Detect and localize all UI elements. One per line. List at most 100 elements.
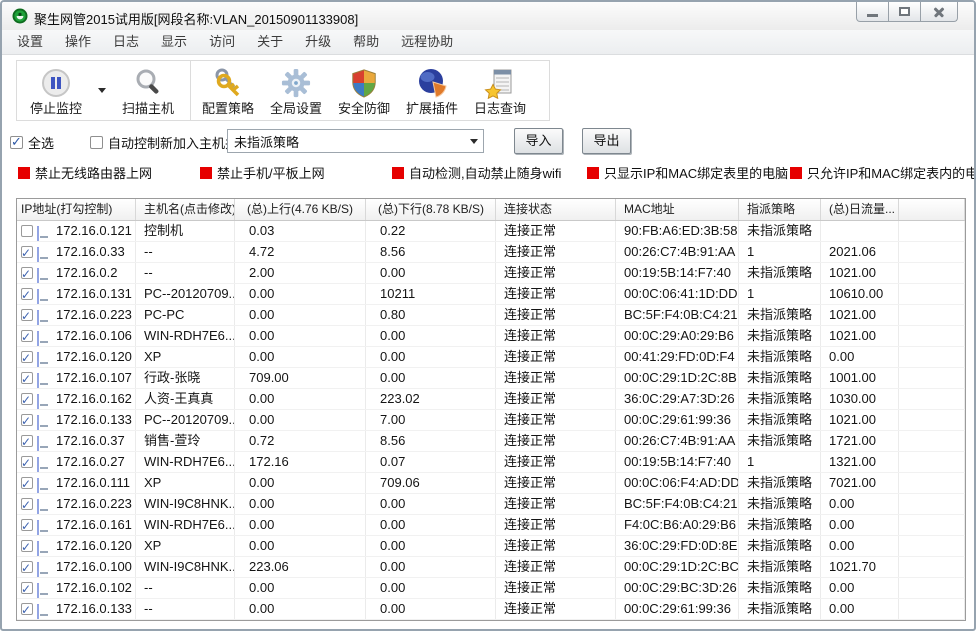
- host-cell[interactable]: WIN-RDH7E6...: [136, 326, 235, 346]
- menu-item-0[interactable]: 设置: [6, 30, 54, 54]
- menu-item-6[interactable]: 升级: [294, 30, 342, 54]
- host-cell[interactable]: PC--20120709...: [136, 410, 235, 430]
- close-button[interactable]: [920, 2, 958, 22]
- column-header-8[interactable]: [899, 199, 965, 220]
- column-header-0[interactable]: IP地址(打勾控制): [17, 199, 136, 220]
- legend-item-0[interactable]: 禁止无线路由器上网: [18, 163, 152, 182]
- row-checkbox[interactable]: [21, 288, 33, 300]
- legend-item-1[interactable]: 禁止手机/平板上网: [200, 163, 325, 182]
- row-checkbox[interactable]: [21, 246, 33, 258]
- table-row[interactable]: 172.16.0.162人资-王真真0.00223.02连接正常36:0C:29…: [17, 389, 965, 410]
- column-header-1[interactable]: 主机名(点击修改): [136, 199, 235, 220]
- toolbar-button-stop-monitor[interactable]: 停止监控: [17, 61, 95, 120]
- table-row[interactable]: 172.16.0.111XP0.00709.06连接正常00:0C:06:F4:…: [17, 473, 965, 494]
- host-cell[interactable]: --: [136, 242, 235, 262]
- host-cell[interactable]: WIN-I9C8HNK...: [136, 557, 235, 577]
- row-checkbox[interactable]: [21, 561, 33, 573]
- toolbar-button-scan-hosts[interactable]: 扫描主机: [109, 61, 187, 120]
- ip-label: 172.16.0.27: [56, 452, 125, 472]
- monitor-dropdown-caret[interactable]: [95, 61, 109, 120]
- minimize-button[interactable]: [856, 2, 889, 22]
- export-button[interactable]: 导出: [582, 128, 631, 154]
- table-row[interactable]: 172.16.0.121控制机0.030.22连接正常90:FB:A6:ED:3…: [17, 221, 965, 242]
- column-header-2[interactable]: (总)上行(4.76 KB/S): [235, 199, 366, 220]
- table-row[interactable]: 172.16.0.223PC-PC0.000.80连接正常BC:5F:F4:0B…: [17, 305, 965, 326]
- row-checkbox[interactable]: [21, 309, 33, 321]
- host-cell[interactable]: PC-PC: [136, 305, 235, 325]
- legend-item-4[interactable]: 只允许IP和MAC绑定表内的电脑上网: [790, 163, 976, 182]
- table-row[interactable]: 172.16.0.106WIN-RDH7E6...0.000.00连接正常00:…: [17, 326, 965, 347]
- column-header-4[interactable]: 连接状态: [496, 199, 616, 220]
- host-cell[interactable]: --: [136, 263, 235, 283]
- table-row[interactable]: 172.16.0.133PC--20120709...0.007.00连接正常0…: [17, 410, 965, 431]
- menu-item-5[interactable]: 关于: [246, 30, 294, 54]
- row-checkbox[interactable]: [21, 540, 33, 552]
- select-all-checkbox[interactable]: [10, 136, 23, 149]
- table-row[interactable]: 172.16.0.2--2.000.00连接正常00:19:5B:14:F7:4…: [17, 263, 965, 284]
- menu-item-2[interactable]: 日志: [102, 30, 150, 54]
- host-cell[interactable]: --: [136, 599, 235, 619]
- row-checkbox[interactable]: [21, 603, 33, 615]
- host-cell[interactable]: XP: [136, 347, 235, 367]
- chevron-down-icon: [98, 88, 106, 93]
- menu-item-8[interactable]: 远程协助: [390, 30, 464, 54]
- row-checkbox[interactable]: [21, 351, 33, 363]
- host-cell[interactable]: WIN-RDH7E6...: [136, 452, 235, 472]
- row-checkbox[interactable]: [21, 519, 33, 531]
- menu-item-1[interactable]: 操作: [54, 30, 102, 54]
- table-row[interactable]: 172.16.0.102--0.000.00连接正常00:0C:29:BC:3D…: [17, 578, 965, 599]
- host-cell[interactable]: 人资-王真真: [136, 389, 235, 409]
- table-row[interactable]: 172.16.0.27WIN-RDH7E6...172.160.07连接正常00…: [17, 452, 965, 473]
- toolbar-button-extensions[interactable]: 扩展插件: [398, 61, 466, 120]
- select-all-control[interactable]: 全选: [10, 133, 54, 152]
- host-cell[interactable]: --: [136, 578, 235, 598]
- row-checkbox[interactable]: [21, 498, 33, 510]
- mac-cell: 00:0C:29:61:99:36: [616, 410, 739, 430]
- maximize-button[interactable]: [888, 2, 921, 22]
- row-checkbox[interactable]: [21, 414, 33, 426]
- host-cell[interactable]: WIN-RDH7E6...: [136, 515, 235, 535]
- host-cell[interactable]: PC--20120709...: [136, 284, 235, 304]
- host-cell[interactable]: 控制机: [136, 221, 235, 241]
- row-checkbox[interactable]: [21, 330, 33, 342]
- table-row[interactable]: 172.16.0.133--0.000.00连接正常00:0C:29:61:99…: [17, 599, 965, 620]
- auto-assign-checkbox[interactable]: [90, 136, 103, 149]
- toolbar-button-security-defense[interactable]: 安全防御: [330, 61, 398, 120]
- column-header-3[interactable]: (总)下行(8.78 KB/S): [366, 199, 496, 220]
- menu-item-4[interactable]: 访问: [198, 30, 246, 54]
- row-checkbox[interactable]: [21, 267, 33, 279]
- host-cell[interactable]: WIN-I9C8HNK...: [136, 494, 235, 514]
- row-checkbox[interactable]: [21, 435, 33, 447]
- table-row[interactable]: 172.16.0.120XP0.000.00连接正常00:41:29:FD:0D…: [17, 347, 965, 368]
- legend-item-2[interactable]: 自动检测,自动禁止随身wifi: [392, 163, 561, 182]
- row-checkbox[interactable]: [21, 582, 33, 594]
- row-checkbox[interactable]: [21, 477, 33, 489]
- row-checkbox[interactable]: [21, 372, 33, 384]
- table-row[interactable]: 172.16.0.107行政-张晓709.000.00连接正常00:0C:29:…: [17, 368, 965, 389]
- column-header-7[interactable]: (总)日流量...: [821, 199, 899, 220]
- legend-item-3[interactable]: 只显示IP和MAC绑定表里的电脑: [587, 163, 788, 182]
- row-checkbox[interactable]: [21, 456, 33, 468]
- table-row[interactable]: 172.16.0.33--4.728.56连接正常00:26:C7:4B:91:…: [17, 242, 965, 263]
- host-cell[interactable]: XP: [136, 536, 235, 556]
- table-row[interactable]: 172.16.0.223WIN-I9C8HNK...0.000.00连接正常BC…: [17, 494, 965, 515]
- host-cell[interactable]: 销售-萱玲: [136, 431, 235, 451]
- row-checkbox[interactable]: [21, 225, 33, 237]
- table-row[interactable]: 172.16.0.131PC--20120709...0.0010211连接正常…: [17, 284, 965, 305]
- toolbar-button-global-settings[interactable]: 全局设置: [262, 61, 330, 120]
- column-header-5[interactable]: MAC地址: [616, 199, 739, 220]
- table-row[interactable]: 172.16.0.120XP0.000.00连接正常36:0C:29:FD:0D…: [17, 536, 965, 557]
- toolbar-button-config-policy[interactable]: 配置策略: [194, 61, 262, 120]
- menu-item-7[interactable]: 帮助: [342, 30, 390, 54]
- row-checkbox[interactable]: [21, 393, 33, 405]
- table-row[interactable]: 172.16.0.161WIN-RDH7E6...0.000.00连接正常F4:…: [17, 515, 965, 536]
- menu-item-3[interactable]: 显示: [150, 30, 198, 54]
- import-button[interactable]: 导入: [514, 128, 563, 154]
- host-cell[interactable]: XP: [136, 473, 235, 493]
- table-row[interactable]: 172.16.0.37销售-萱玲0.728.56连接正常00:26:C7:4B:…: [17, 431, 965, 452]
- policy-dropdown[interactable]: 未指派策略: [227, 129, 484, 153]
- toolbar-button-log-query[interactable]: 日志查询: [466, 61, 534, 120]
- table-row[interactable]: 172.16.0.100WIN-I9C8HNK...223.060.00连接正常…: [17, 557, 965, 578]
- column-header-6[interactable]: 指派策略: [739, 199, 821, 220]
- host-cell[interactable]: 行政-张晓: [136, 368, 235, 388]
